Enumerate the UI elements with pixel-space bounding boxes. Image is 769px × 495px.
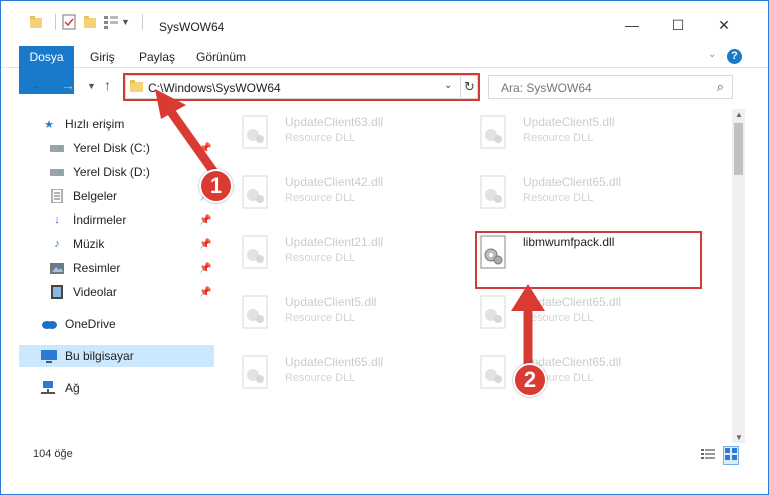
callout-badge-2: 2 — [513, 363, 547, 397]
callout-arrows — [155, 89, 545, 368]
explorer-window: ▼ SysWOW64 — ☐ ✕ Dosya Giriş Paylaş Görü… — [0, 0, 769, 495]
arrow-to-file — [511, 284, 545, 368]
arrow-to-address-bar — [155, 89, 218, 176]
callout-badge-1: 1 — [199, 169, 233, 203]
